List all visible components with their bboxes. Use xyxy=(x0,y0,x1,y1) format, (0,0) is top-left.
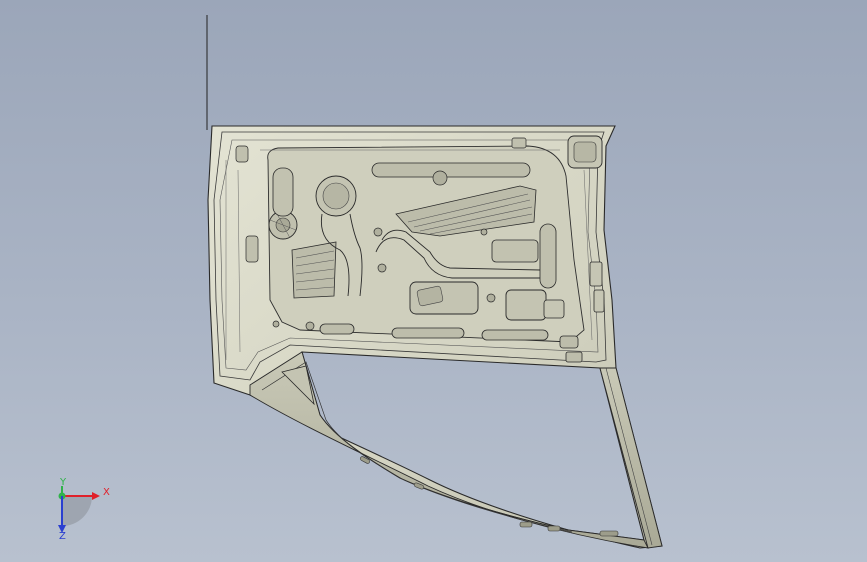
top-slot xyxy=(371,162,531,178)
triad-graphic xyxy=(58,486,100,533)
lower-pad-right xyxy=(505,289,547,321)
right-vertical-slot xyxy=(539,223,557,289)
3d-graphics-area[interactable]: X Y Z xyxy=(0,0,867,562)
mid-right-slot xyxy=(491,239,539,263)
y-axis-label: Y xyxy=(60,477,67,488)
coordinate-triad: X Y Z xyxy=(44,478,124,544)
x-axis-label: X xyxy=(103,487,110,498)
left-vertical-slot xyxy=(272,167,294,217)
triad-shade-quadrant xyxy=(62,496,92,526)
door-panel-model[interactable] xyxy=(0,0,867,562)
window-frame-band xyxy=(249,351,649,549)
window-frame-right xyxy=(599,367,663,549)
z-axis-label: Z xyxy=(59,531,66,542)
